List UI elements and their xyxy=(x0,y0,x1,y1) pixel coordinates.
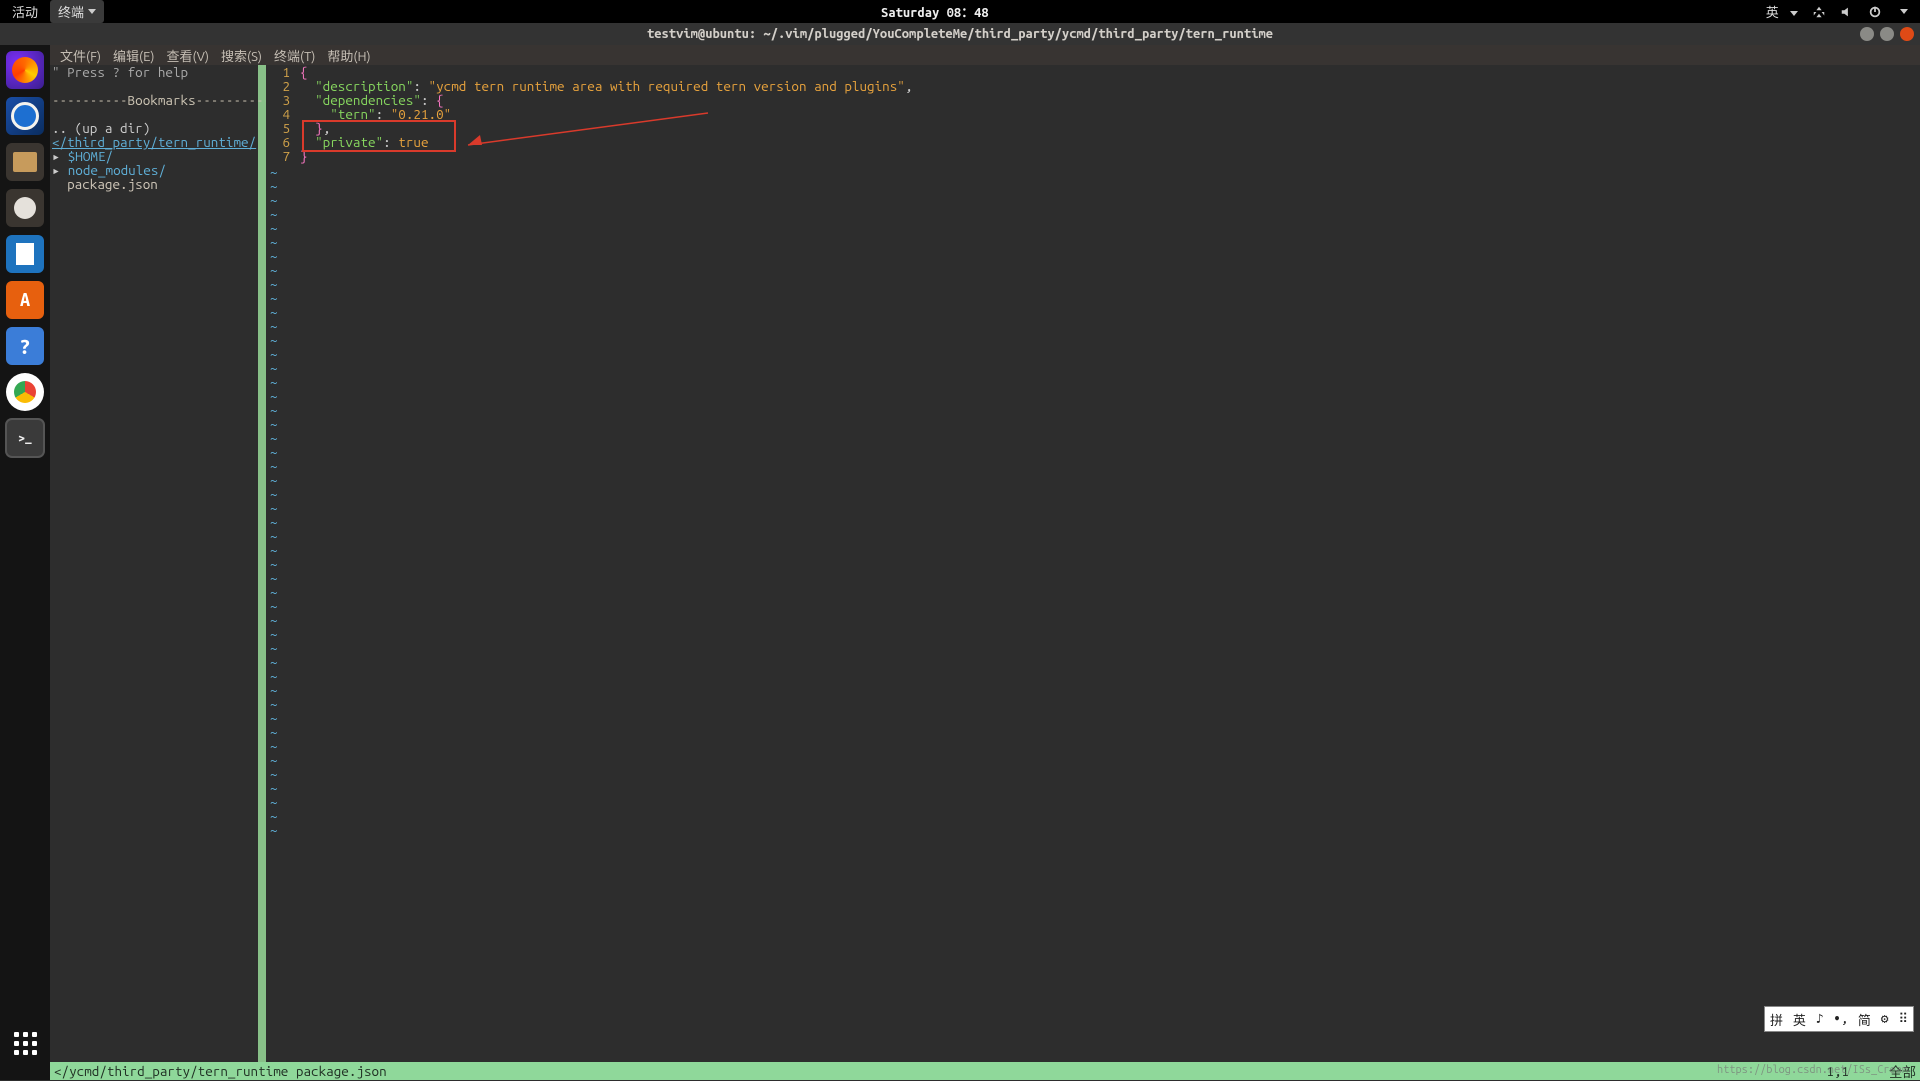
dock-libreoffice-writer-icon[interactable] xyxy=(6,235,44,273)
watermark-text: https://blog.csdn.net/ISs_Cream xyxy=(1717,1064,1908,1076)
status-file-path: </ycmd/third_party/tern_runtime package.… xyxy=(54,1063,387,1079)
ime-lang-icon[interactable]: 英 xyxy=(1793,1010,1806,1029)
show-applications-button[interactable] xyxy=(6,1024,44,1062)
gnome-topbar: 活动 终端 Saturday 08：48 英 xyxy=(0,0,1920,23)
ime-settings-icon[interactable]: ⚙ xyxy=(1881,1012,1889,1027)
ime-simplified-icon[interactable]: 简 xyxy=(1858,1010,1871,1029)
menu-terminal[interactable]: 终端(T) xyxy=(270,46,319,65)
volume-icon[interactable] xyxy=(1840,5,1854,19)
nerdtree-root-path[interactable]: </third_party/tern_runtime/ xyxy=(52,135,258,149)
menu-view[interactable]: 查看(V) xyxy=(163,46,213,65)
chevron-down-icon xyxy=(1790,11,1798,16)
menu-search[interactable]: 搜索(S) xyxy=(217,46,266,65)
window-title: testvim@ubuntu: ~/.vim/plugged/YouComple… xyxy=(647,27,1273,41)
nerdtree-help-hint: " Press ? for help xyxy=(52,65,258,79)
dock-disks-icon[interactable] xyxy=(6,189,44,227)
code-editor[interactable]: 1 2 3 4 5 6 7 { "description": "ycmd ter… xyxy=(266,65,1920,1062)
minimize-button[interactable] xyxy=(1860,27,1874,41)
dock-software-center-icon[interactable] xyxy=(6,281,44,319)
terminal-menubar: 文件(F) 编辑(E) 查看(V) 搜索(S) 终端(T) 帮助(H) xyxy=(50,45,1920,65)
nerdtree-bookmarks-header: ----------Bookmarks---------- xyxy=(52,93,258,107)
nerdtree-up-dir[interactable]: .. (up a dir) xyxy=(52,121,258,135)
code-content: { "description": "ycmd tern runtime area… xyxy=(300,65,1920,163)
line-number-gutter: 1 2 3 4 5 6 7 xyxy=(266,65,296,163)
app-menu-terminal[interactable]: 终端 xyxy=(50,0,104,23)
nerdtree-entry-node-modules[interactable]: ▸ node_modules/ xyxy=(52,163,258,177)
chevron-down-icon xyxy=(1900,9,1908,14)
app-menu-label: 终端 xyxy=(58,2,84,21)
ime-music-icon[interactable]: ♪ xyxy=(1816,1012,1824,1027)
dock-terminal-icon[interactable] xyxy=(6,419,44,457)
dock-help-icon[interactable] xyxy=(6,327,44,365)
clock[interactable]: Saturday 08：48 xyxy=(104,2,1766,21)
dock-files-icon[interactable] xyxy=(6,143,44,181)
activities-button[interactable]: 活动 xyxy=(12,2,38,21)
ime-toolbar[interactable]: 拼 英 ♪ •, 简 ⚙ ⠿ xyxy=(1764,1006,1914,1032)
nerdtree-panel[interactable]: " Press ? for help ----------Bookmarks--… xyxy=(50,65,266,1062)
window-titlebar: testvim@ubuntu: ~/.vim/plugged/YouComple… xyxy=(0,23,1920,45)
ubuntu-dock xyxy=(0,45,50,1080)
dock-chrome-icon[interactable] xyxy=(6,373,44,411)
close-button[interactable] xyxy=(1900,27,1914,41)
nerdtree-entry-package-json[interactable]: package.json xyxy=(52,177,258,191)
ime-punct-icon[interactable]: •, xyxy=(1833,1012,1848,1026)
power-icon[interactable] xyxy=(1868,5,1882,19)
maximize-button[interactable] xyxy=(1880,27,1894,41)
ime-menu-icon[interactable]: ⠿ xyxy=(1898,1012,1908,1027)
menu-edit[interactable]: 编辑(E) xyxy=(109,46,158,65)
dock-firefox-icon[interactable] xyxy=(6,51,44,89)
tilde-column: ~~~~~~~~~~~~~~~~~~~~~~~~~~~~~~~~~~~~~~~~… xyxy=(270,165,278,1062)
network-icon[interactable] xyxy=(1812,5,1826,19)
chevron-down-icon xyxy=(88,9,96,14)
menu-file[interactable]: 文件(F) xyxy=(56,46,105,65)
dock-thunderbird-icon[interactable] xyxy=(6,97,44,135)
menu-help[interactable]: 帮助(H) xyxy=(323,46,374,65)
ime-pinyin-icon[interactable]: 拼 xyxy=(1770,1010,1783,1029)
input-source-indicator[interactable]: 英 xyxy=(1766,2,1798,21)
nerdtree-entry-home[interactable]: ▸ $HOME/ xyxy=(52,149,258,163)
vim-window: 文件(F) 编辑(E) 查看(V) 搜索(S) 终端(T) 帮助(H) " Pr… xyxy=(50,45,1920,1080)
vim-statusline: </ycmd/third_party/tern_runtime package.… xyxy=(50,1062,1920,1080)
